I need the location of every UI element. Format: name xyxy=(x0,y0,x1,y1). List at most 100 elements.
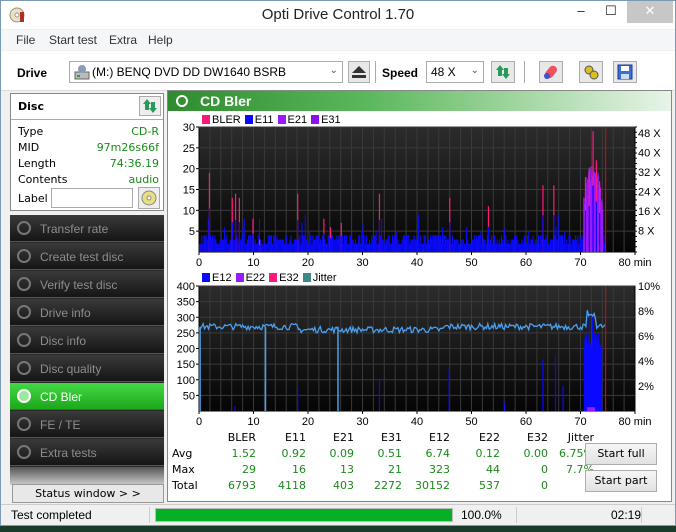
start-part-button[interactable]: Start part xyxy=(585,470,657,492)
e11-bar xyxy=(588,206,590,252)
e11-bar xyxy=(213,239,215,252)
drive-select[interactable]: (M:) BENQ DVD DD DW1640 BSRB ⌄ xyxy=(69,61,343,83)
toolbar-divider xyxy=(375,61,376,83)
e11-bar xyxy=(544,239,546,252)
e11-bar xyxy=(457,239,459,252)
nav-item-label: Extra tests xyxy=(40,446,97,460)
menu-extra[interactable]: Extra xyxy=(109,33,137,47)
e22-bar xyxy=(587,407,596,411)
e11-bar xyxy=(289,239,291,252)
toolbar-divider xyxy=(524,61,525,83)
e11-bar xyxy=(529,243,531,252)
stats-cell: 21 xyxy=(388,463,402,476)
e11-bar xyxy=(552,239,554,252)
maximize-button[interactable]: ☐ xyxy=(596,1,626,23)
e11-bar xyxy=(199,243,201,252)
e11-bar xyxy=(304,214,306,252)
e11-bar xyxy=(579,235,581,252)
refresh-icon xyxy=(496,65,510,79)
stats-cell: 0 xyxy=(541,479,548,492)
e11-bar xyxy=(512,239,515,252)
nav-item-cd-bler[interactable]: CD Bler xyxy=(10,383,164,410)
e11-bar xyxy=(370,243,372,252)
start-full-button[interactable]: Start full xyxy=(585,443,657,465)
e11-bar xyxy=(379,235,382,252)
e11-bar xyxy=(360,243,362,252)
e11-bar xyxy=(461,239,463,252)
e11-bar xyxy=(210,239,213,252)
nav-item-drive-info[interactable]: Drive info xyxy=(10,299,164,326)
e11-bar xyxy=(202,243,204,252)
refresh-speed-button[interactable] xyxy=(491,61,515,83)
stats-cell: 0 xyxy=(541,463,548,476)
e11-bar xyxy=(241,235,243,252)
disc-test-icon xyxy=(17,277,31,291)
nav-item-disc-info[interactable]: Disc info xyxy=(10,327,164,354)
e11-bar xyxy=(540,235,542,252)
refresh-disc-button[interactable] xyxy=(139,96,161,116)
e11-bar xyxy=(577,235,579,252)
e11-bar xyxy=(482,235,484,252)
speed-select[interactable]: 48 X ⌄ xyxy=(426,61,484,83)
chart2-xtick-label: 10 xyxy=(247,416,259,428)
app-window: Opti Drive Control 1.70 – ☐ ✕ File Start… xyxy=(0,0,676,526)
e11-bar xyxy=(308,243,310,252)
e11-bar xyxy=(549,239,552,252)
e11-bar xyxy=(277,239,279,252)
e11-bar xyxy=(423,235,425,252)
e11-bar xyxy=(286,235,288,252)
nav-item-create-test-disc[interactable]: Create test disc xyxy=(10,243,164,270)
settings-button[interactable] xyxy=(579,61,603,83)
e11-bar xyxy=(468,243,470,252)
erase-button[interactable] xyxy=(539,61,563,83)
e11-bar xyxy=(481,243,483,252)
status-bar: Test completed 100.0% 02:19 xyxy=(1,504,675,524)
e11-bar xyxy=(565,243,567,252)
e11-bar xyxy=(365,235,367,252)
e11-bar xyxy=(508,243,510,252)
chart2-xtick-label: 40 xyxy=(411,416,423,428)
menu-file[interactable]: File xyxy=(16,33,35,47)
e11-bar xyxy=(548,243,550,252)
nav-item-verify-test-disc[interactable]: Verify test disc xyxy=(10,271,164,298)
menu-start-test[interactable]: Start test xyxy=(49,33,97,47)
e11-bar xyxy=(240,239,242,252)
save-button[interactable] xyxy=(613,61,637,83)
chart1-ytick-label: 10 xyxy=(183,205,195,217)
title-bar: Opti Drive Control 1.70 – ☐ ✕ xyxy=(1,1,675,29)
drive-icon xyxy=(74,65,90,80)
e11-bar xyxy=(541,235,543,252)
chart2-y2tick-label: 6% xyxy=(638,331,654,343)
disc-label-input[interactable] xyxy=(51,188,133,208)
e11-bar xyxy=(282,239,285,252)
menu-help[interactable]: Help xyxy=(148,33,173,47)
nav-item-fe-te[interactable]: FE / TE xyxy=(10,411,164,438)
nav-item-extra-tests[interactable]: Extra tests xyxy=(10,439,164,466)
e11-bar xyxy=(361,231,363,252)
disc-label-label: Label xyxy=(18,192,48,205)
e11-bar xyxy=(323,233,325,252)
read-label-button[interactable] xyxy=(138,187,160,209)
e11-bar xyxy=(470,243,472,252)
minimize-button[interactable]: – xyxy=(566,1,596,23)
chart1-xtick-label: 50 xyxy=(465,257,477,269)
e11-bar xyxy=(509,243,511,252)
e11-bar xyxy=(318,243,320,252)
e11-bar xyxy=(225,239,227,252)
nav-filler xyxy=(10,467,164,485)
eject-button[interactable] xyxy=(348,61,370,83)
disc-test-icon xyxy=(17,417,31,431)
e11-bar xyxy=(427,239,429,252)
disc-mid-label: MID xyxy=(18,141,40,154)
e11-bar xyxy=(249,235,251,252)
close-button[interactable]: ✕ xyxy=(627,1,673,23)
e11-bar xyxy=(279,239,281,252)
e11-bar xyxy=(321,243,323,252)
e11-bar xyxy=(443,235,445,252)
nav-item-transfer-rate[interactable]: Transfer rate xyxy=(10,215,164,242)
chart1-xtick-label: 60 xyxy=(520,257,532,269)
stats-cell: 537 xyxy=(479,479,500,492)
stats-cell: 2272 xyxy=(374,479,402,492)
status-window-button[interactable]: Status window > > xyxy=(12,484,164,503)
nav-item-disc-quality[interactable]: Disc quality xyxy=(10,355,164,382)
